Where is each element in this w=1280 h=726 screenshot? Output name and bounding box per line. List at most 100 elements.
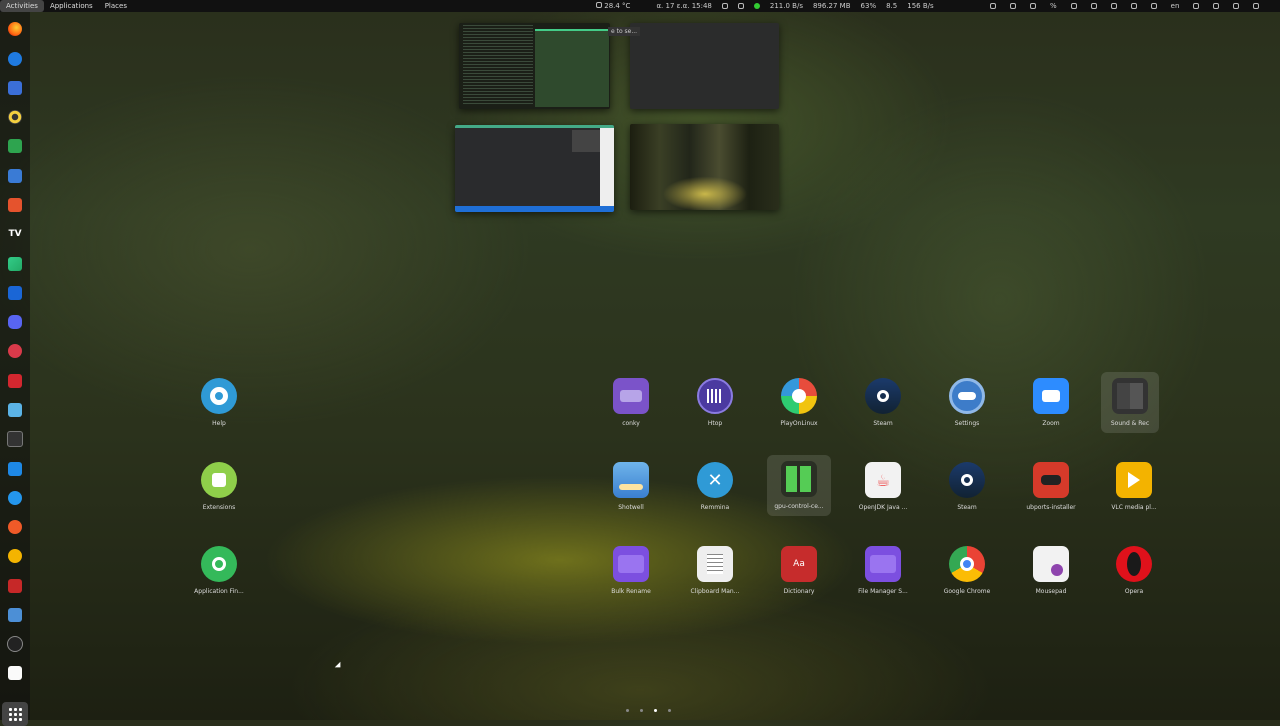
app-opera[interactable]: Opera (1096, 546, 1172, 595)
app-htop[interactable]: Htop (677, 378, 753, 427)
percent-indicator[interactable]: % (1050, 2, 1057, 10)
mail-tray-icon[interactable] (737, 3, 744, 9)
keyboard-layout[interactable]: en (1171, 2, 1180, 10)
mousepad-icon (1033, 546, 1069, 582)
firefox-icon[interactable] (6, 20, 24, 38)
app-mousepad[interactable]: Mousepad (1013, 546, 1089, 595)
page-dot[interactable] (626, 709, 629, 712)
activities-button[interactable]: Activities (0, 0, 44, 12)
tradingview-icon[interactable]: TV (6, 225, 24, 243)
docker-icon[interactable] (6, 489, 24, 507)
chrome-icon (949, 546, 985, 582)
page-indicator (626, 709, 671, 712)
upload-speed: 156 B/s (907, 2, 934, 10)
libreoffice-calc-icon[interactable] (6, 137, 24, 155)
workspace-thumbnail-4-forest[interactable] (630, 124, 779, 210)
app-google-chrome[interactable]: Google Chrome (929, 546, 1005, 595)
app-dictionary[interactable]: Aa Dictionary (761, 546, 837, 595)
show-applications-button[interactable] (2, 702, 28, 726)
app-shotwell[interactable]: Shotwell (593, 462, 669, 511)
conky-icon (613, 378, 649, 414)
yellow-app-icon[interactable] (6, 547, 24, 565)
folder-purple-icon (865, 546, 901, 582)
puzzle-icon (201, 462, 237, 498)
notification-icon[interactable] (990, 3, 996, 9)
app-extensions[interactable]: Extensions (181, 462, 257, 511)
app-sound-rec-folder[interactable]: Sound & Rec (1101, 372, 1159, 433)
thermometer-icon (596, 2, 602, 8)
text-editor-icon[interactable] (6, 401, 24, 419)
gpu-control-icon (781, 461, 817, 497)
workspace-thumbnail-2[interactable] (630, 23, 779, 109)
pdf-reader-icon[interactable] (6, 372, 24, 390)
pen-app-icon[interactable] (6, 518, 24, 536)
workspace-thumbnail-1[interactable] (459, 23, 610, 109)
pen-icon[interactable] (1010, 3, 1016, 9)
zoom-camera-icon (1033, 378, 1069, 414)
discord-icon[interactable] (6, 313, 24, 331)
app-playonlinux[interactable]: PlayOnLinux (761, 378, 837, 427)
app-steam[interactable]: Steam (845, 378, 921, 427)
red-app-icon[interactable] (6, 577, 24, 595)
clock[interactable]: α. 17 ε.α. 15:48 (656, 2, 711, 10)
phone-icon[interactable] (1090, 3, 1097, 9)
app-openjdk-java[interactable]: ☕ OpenJDK Java ... (845, 462, 921, 511)
obs-icon[interactable] (6, 635, 24, 653)
status-indicators: 28.4 °C α. 17 ε.α. 15:48 211.0 B/s 896.2… (596, 0, 934, 12)
app-clipboard-manager[interactable]: Clipboard Man... (677, 546, 753, 595)
network-speed: 211.0 B/s (769, 2, 803, 10)
app-zoom[interactable]: Zoom (1013, 378, 1089, 427)
page-dot[interactable] (668, 709, 671, 712)
applications-menu[interactable]: Applications (44, 0, 99, 12)
workspace-tooltip: e to se... (608, 27, 641, 36)
battery-icon[interactable] (1253, 3, 1260, 9)
display-icon[interactable] (1150, 3, 1157, 9)
app-bulk-rename[interactable]: Bulk Rename (593, 546, 669, 595)
vscode-icon[interactable] (6, 460, 24, 478)
sound-folder-icon (1112, 378, 1148, 414)
clipboard-tray-icon[interactable] (721, 3, 728, 9)
volume-icon[interactable] (1213, 3, 1220, 9)
page-dot-current[interactable] (654, 709, 657, 712)
rhythmbox-icon[interactable] (6, 108, 24, 126)
trash-icon[interactable] (1030, 3, 1036, 9)
app-remmina[interactable]: ✕ Remmina (677, 462, 753, 511)
libreoffice-impress-icon[interactable] (6, 196, 24, 214)
app-application-finder[interactable]: Application Fin... (181, 546, 257, 595)
app-vlc[interactable]: VLC media pl... (1096, 462, 1172, 511)
window-icon[interactable] (1070, 3, 1077, 9)
shield-app-icon[interactable] (6, 342, 24, 360)
email-client-icon[interactable] (6, 284, 24, 302)
ubports-robot-icon (1033, 462, 1069, 498)
thunderbird-icon[interactable] (6, 50, 24, 68)
settings-toggle-icon (949, 378, 985, 414)
app-gpu-control[interactable]: gpu-control-ce... (767, 455, 831, 516)
app-steam-2[interactable]: Steam (929, 462, 1005, 511)
page-dot[interactable] (640, 709, 643, 712)
libreoffice-writer-icon[interactable] (6, 167, 24, 185)
app-conky[interactable]: conky (593, 378, 669, 427)
playonlinux-icon (781, 378, 817, 414)
wifi-icon[interactable] (1193, 3, 1200, 9)
terminal-icon[interactable] (6, 430, 24, 448)
bluetooth-icon[interactable] (1130, 3, 1137, 9)
metatrader-icon[interactable] (6, 255, 24, 273)
java-icon: ☕ (865, 462, 901, 498)
clipboard-icon[interactable] (1110, 3, 1117, 9)
places-menu[interactable]: Places (99, 0, 133, 12)
power-icon[interactable] (1233, 3, 1240, 9)
software-center-icon[interactable] (6, 664, 24, 682)
app-help[interactable]: Help (181, 378, 257, 427)
online-status-icon[interactable] (753, 3, 760, 9)
app-settings[interactable]: Settings (929, 378, 1005, 427)
magnifier-icon (201, 546, 237, 582)
virtual-machine-icon[interactable] (6, 606, 24, 624)
shotwell-icon (613, 462, 649, 498)
system-load: 8.5 (886, 2, 898, 10)
files-icon[interactable] (6, 79, 24, 97)
workspace-thumbnail-3[interactable] (455, 125, 614, 212)
mouse-pointer-icon (334, 661, 344, 671)
temperature-indicator[interactable]: 28.4 °C (596, 2, 630, 10)
app-file-manager-settings[interactable]: File Manager S... (845, 546, 921, 595)
app-ubports-installer[interactable]: ubports-installer (1013, 462, 1089, 511)
